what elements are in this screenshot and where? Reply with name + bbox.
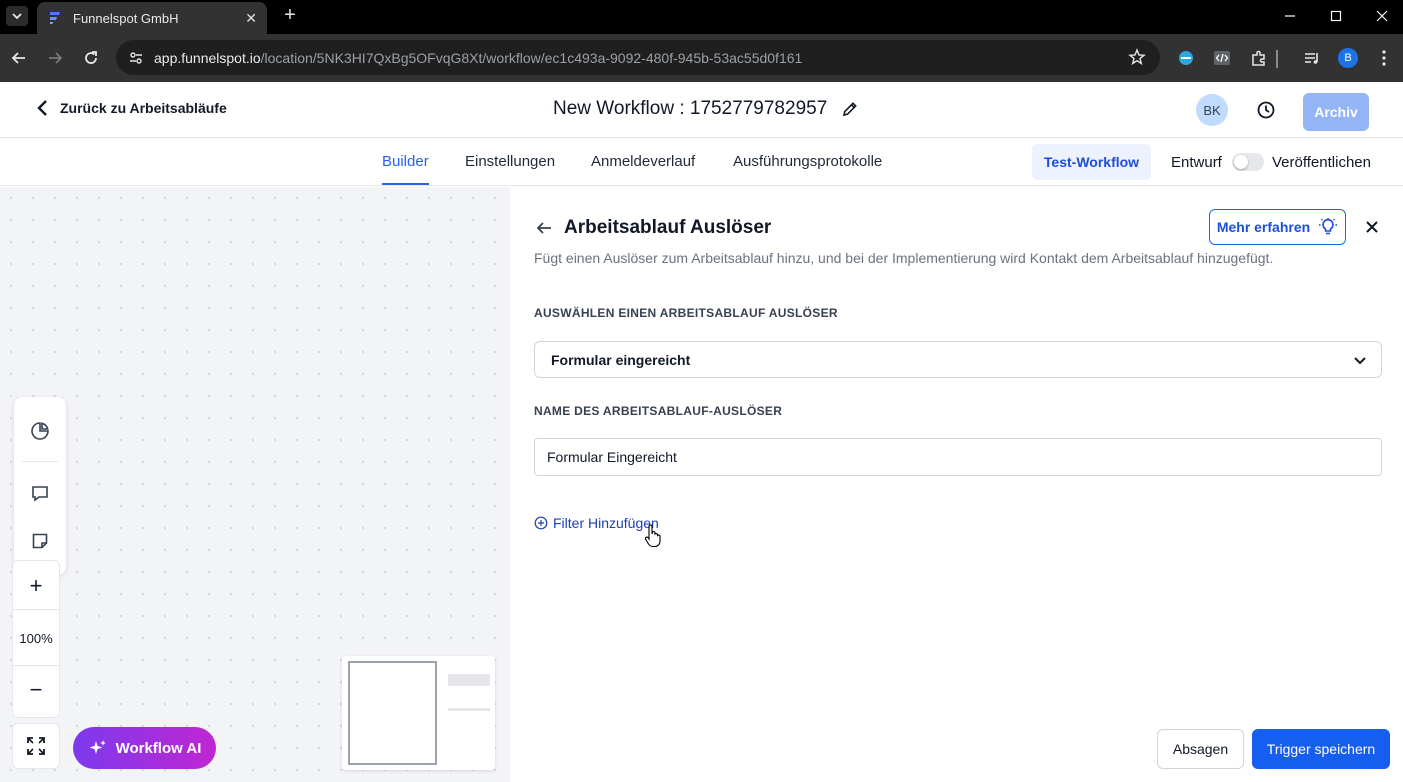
arrow-right-icon xyxy=(49,52,63,64)
stats-pie-icon[interactable] xyxy=(28,419,52,443)
trigger-name-label: NAME DES ARBEITSABLAUF-AUSLÖSER xyxy=(534,404,783,418)
comment-icon[interactable] xyxy=(28,481,52,505)
expand-icon xyxy=(27,737,45,755)
chevron-down-icon xyxy=(1354,357,1366,365)
tab-title: Funnelspot GmbH xyxy=(73,10,179,26)
trigger-name-input[interactable] xyxy=(534,438,1382,476)
sparkle-icon xyxy=(89,740,106,754)
close-icon xyxy=(1366,221,1378,233)
browser-menu-icon[interactable] xyxy=(1372,46,1396,70)
site-settings-icon[interactable] xyxy=(126,48,146,68)
cancel-button[interactable]: Absagen xyxy=(1157,729,1244,769)
arrow-left-icon xyxy=(536,222,551,234)
save-trigger-button[interactable]: Trigger speichern xyxy=(1252,729,1390,769)
panel-description: Fügt einen Auslöser zum Arbeitsablauf hi… xyxy=(534,250,1274,266)
toolbar-divider xyxy=(1276,50,1278,68)
learn-more-button[interactable]: Mehr erfahren xyxy=(1209,209,1346,245)
new-tab-button[interactable]: + xyxy=(279,4,301,26)
zoom-controls: + 100% − xyxy=(12,560,60,718)
tab-settings[interactable]: Einstellungen xyxy=(465,153,555,170)
trigger-type-value: Formular eingereicht xyxy=(551,351,691,368)
maximize-button[interactable] xyxy=(1313,0,1359,32)
chevron-left-icon xyxy=(37,100,47,116)
close-icon xyxy=(1376,10,1388,22)
bookmark-star-icon[interactable] xyxy=(1128,48,1146,66)
active-tab-indicator xyxy=(382,183,429,185)
extensions-puzzle-icon[interactable] xyxy=(1247,46,1271,70)
chevron-down-icon xyxy=(12,13,22,20)
minimize-button[interactable] xyxy=(1267,0,1313,32)
tab-builder[interactable]: Builder xyxy=(382,153,429,170)
minimap-block xyxy=(448,674,490,686)
tab-list-button[interactable] xyxy=(6,6,28,26)
plus-circle-icon xyxy=(534,516,548,530)
workflow-ai-label: Workflow AI xyxy=(115,739,202,757)
workflow-ai-button[interactable]: Workflow AI xyxy=(73,727,216,769)
workflow-title: New Workflow : 1752779782957 xyxy=(553,98,859,120)
zoom-in-button[interactable]: + xyxy=(13,575,59,597)
toggle-knob xyxy=(1234,155,1248,169)
extension-code-icon[interactable] xyxy=(1210,46,1234,70)
zoom-level: 100% xyxy=(19,631,53,646)
add-filter-link[interactable]: Filter Hinzufügen xyxy=(534,515,659,531)
publish-label: Veröffentlichen xyxy=(1272,154,1371,171)
version-history-button[interactable] xyxy=(1254,98,1278,122)
reload-button[interactable] xyxy=(79,46,103,70)
address-bar[interactable]: app.funnelspot.io/location/5NK3HI7QxBg5O… xyxy=(116,40,1160,75)
draft-label: Entwurf xyxy=(1171,154,1222,171)
minimize-icon xyxy=(1285,15,1295,17)
zoom-out-button[interactable]: − xyxy=(13,679,59,701)
user-avatar[interactable]: BK xyxy=(1196,94,1228,126)
reload-icon xyxy=(85,51,97,64)
toolbar-separator xyxy=(22,461,58,462)
funnelspot-favicon-icon xyxy=(50,12,60,24)
arrow-left-icon xyxy=(11,52,25,64)
browser-tab[interactable]: Funnelspot GmbH ✕ xyxy=(37,2,267,34)
sticky-note-icon[interactable] xyxy=(28,529,52,553)
fit-to-screen-button[interactable] xyxy=(12,723,60,769)
profile-avatar[interactable]: B xyxy=(1336,46,1360,70)
history-clock-icon xyxy=(1257,101,1275,119)
test-workflow-button[interactable]: Test-Workflow xyxy=(1032,144,1151,180)
maximize-icon xyxy=(1330,10,1342,22)
tab-close-icon[interactable]: ✕ xyxy=(245,10,257,27)
minimap-line xyxy=(448,708,490,711)
edit-pencil-icon[interactable] xyxy=(841,100,859,118)
publish-toggle[interactable] xyxy=(1232,153,1264,171)
canvas-minimap[interactable] xyxy=(342,656,495,770)
trigger-select-label: AUSWÄHLEN EINEN ARBEITSABLAUF AUSLÖSER xyxy=(534,306,838,320)
zoom-separator xyxy=(13,609,59,610)
panel-back-button[interactable] xyxy=(534,218,554,238)
window-close-button[interactable] xyxy=(1359,0,1403,32)
trigger-panel: Arbeitsablauf Auslöser Mehr erfahren Füg… xyxy=(510,187,1403,782)
tab-execution-logs[interactable]: Ausführungsprotokolle xyxy=(733,153,882,170)
browser-tab-bar: Funnelspot GmbH ✕ + xyxy=(0,0,1403,34)
browser-toolbar: app.funnelspot.io/location/5NK3HI7QxBg5O… xyxy=(0,34,1403,82)
panel-close-button[interactable] xyxy=(1362,217,1382,237)
zoom-separator xyxy=(13,665,59,666)
forward-button[interactable] xyxy=(43,46,67,70)
hand-pointer-cursor-icon xyxy=(644,524,661,548)
extension-diamond-icon[interactable] xyxy=(1174,46,1198,70)
minimap-viewport[interactable] xyxy=(348,661,437,765)
add-filter-label: Filter Hinzufügen xyxy=(553,515,659,531)
back-to-workflows-link[interactable]: Zurück zu Arbeitsabläufe xyxy=(36,99,227,117)
url-text: app.funnelspot.io/location/5NK3HI7QxBg5O… xyxy=(154,49,803,66)
canvas-side-toolbar xyxy=(14,397,66,575)
tab-enrollment-history[interactable]: Anmeldeverlauf xyxy=(591,153,695,170)
back-button[interactable] xyxy=(7,46,31,70)
archive-button[interactable]: Archiv xyxy=(1303,93,1369,131)
lightbulb-icon xyxy=(1319,218,1338,235)
panel-title: Arbeitsablauf Auslöser xyxy=(564,217,772,238)
trigger-type-select[interactable]: Formular eingereicht xyxy=(534,341,1382,378)
media-controls-icon[interactable] xyxy=(1300,46,1324,70)
back-label: Zurück zu Arbeitsabläufe xyxy=(60,100,227,116)
workflow-title-text: New Workflow : 1752779782957 xyxy=(553,98,828,119)
learn-more-label: Mehr erfahren xyxy=(1216,219,1311,235)
app-header: Zurück zu Arbeitsabläufe New Workflow : … xyxy=(0,82,1403,138)
workflow-subnav: Builder Einstellungen Anmeldeverlauf Aus… xyxy=(0,138,1403,186)
